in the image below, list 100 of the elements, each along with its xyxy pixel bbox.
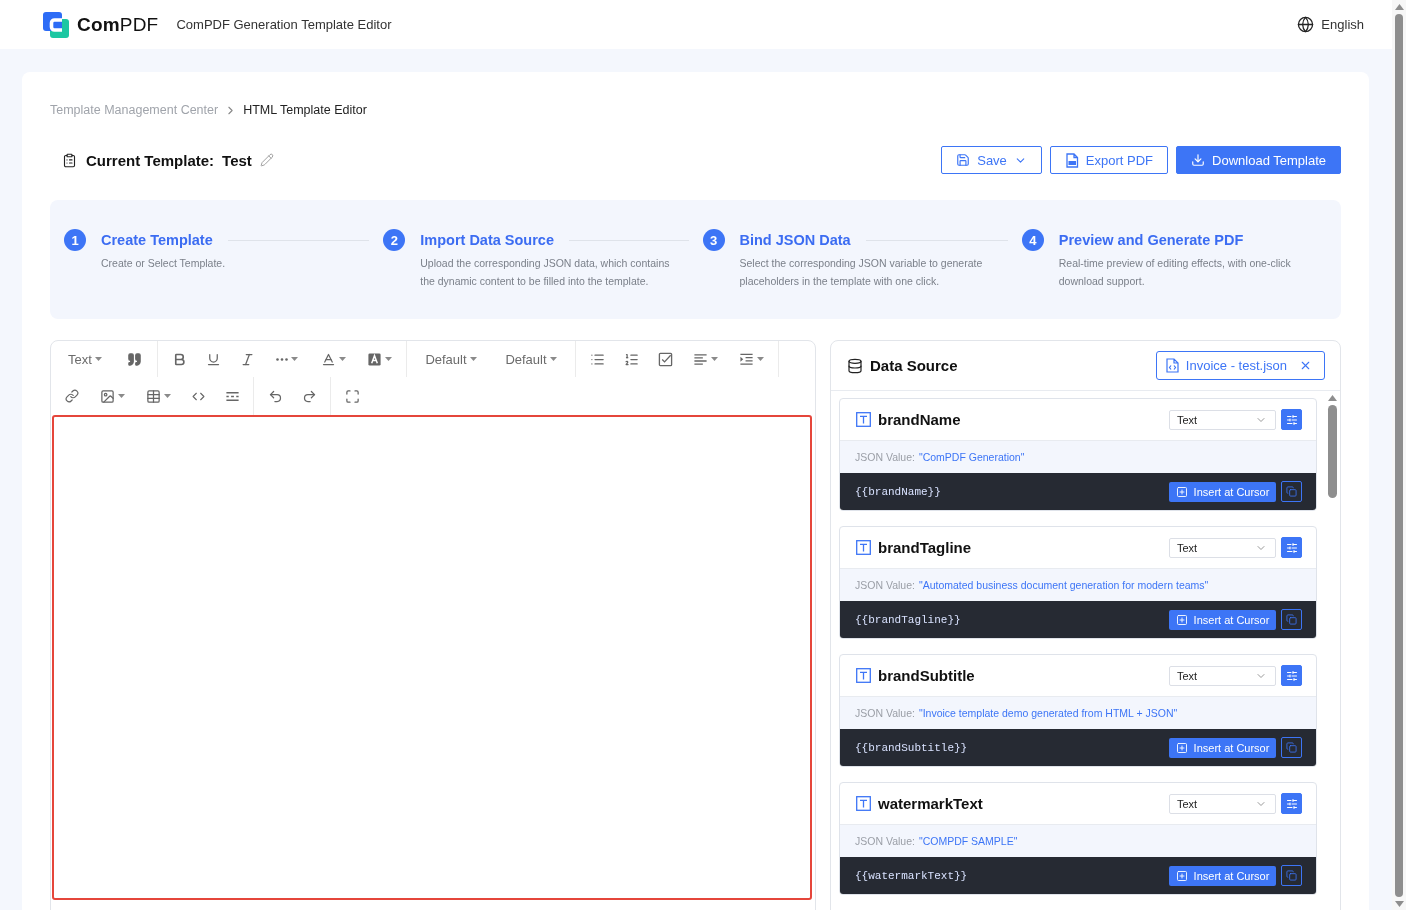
field-name: brandSubtitle — [878, 667, 975, 684]
type-select[interactable]: Text — [1169, 793, 1276, 814]
json-value: "COMPDF SAMPLE" — [918, 835, 1018, 847]
scroll-up-icon[interactable] — [1394, 4, 1404, 10]
format-dropdown[interactable]: Text — [55, 341, 115, 377]
undo-icon — [267, 388, 283, 404]
placeholder-code: {{brandTagline}} — [855, 613, 961, 626]
field-name: brandTagline — [878, 539, 972, 556]
align-left-icon — [692, 351, 708, 367]
format-dropdown[interactable]: Default — [411, 341, 491, 377]
scroll-up-icon[interactable] — [1327, 395, 1337, 401]
json-value: "Automated business document generation for modern teams" — [918, 579, 1209, 591]
download-icon — [1191, 153, 1206, 167]
language-selector[interactable]: English — [1297, 16, 1364, 33]
caret-down-icon — [117, 394, 125, 398]
step-title: Bind JSON Data — [739, 232, 851, 248]
settings-button[interactable] — [1281, 409, 1302, 430]
export-pdf-button[interactable]: Export PDF — [1049, 146, 1169, 174]
scroll-down-icon[interactable] — [1394, 901, 1404, 907]
copy-button[interactable] — [1281, 737, 1302, 758]
text-type-icon — [856, 412, 871, 427]
type-select[interactable]: Text — [1169, 665, 1276, 686]
value-label: JSON Value: — [855, 579, 915, 591]
copy-button[interactable] — [1281, 865, 1302, 886]
caret-down-icon — [94, 357, 102, 361]
format-dropdown[interactable]: Default — [491, 341, 571, 377]
step-title: Preview and Generate PDF — [1058, 232, 1244, 248]
ellipsis-icon — [276, 357, 288, 361]
checkbox-icon — [657, 351, 673, 367]
copy-button[interactable] — [1281, 609, 1302, 630]
text-type-icon — [856, 540, 871, 555]
square-plus-icon — [1175, 613, 1188, 626]
insert-button[interactable]: Insert at Cursor — [1169, 609, 1276, 630]
text-type-icon — [856, 796, 871, 811]
type-select[interactable]: Text — [1169, 409, 1276, 430]
fullscreen-icon — [344, 388, 360, 404]
database-icon — [847, 357, 863, 374]
settings-button[interactable] — [1281, 537, 1302, 558]
image-icon — [99, 388, 115, 404]
bullet-list-icon — [589, 351, 605, 367]
file-chip[interactable]: Invoice - test.json — [1155, 351, 1325, 380]
italic-icon — [239, 351, 255, 367]
close-icon[interactable] — [1299, 359, 1312, 372]
copy-icon — [1286, 486, 1297, 497]
insert-button[interactable]: Insert at Cursor — [1169, 481, 1276, 502]
value-label: JSON Value: — [855, 451, 915, 463]
settings-button[interactable] — [1281, 793, 1302, 814]
json-value: "ComPDF Generation" — [918, 451, 1025, 463]
step-description: Upload the corresponding JSON data, which contains the dynamic content to be filled into the template. — [420, 256, 671, 289]
caret-down-icon — [549, 357, 557, 361]
link-icon — [65, 389, 79, 403]
quote-icon — [126, 351, 142, 367]
logo-icon — [43, 11, 69, 38]
code-file-icon — [1165, 358, 1179, 373]
sliders-icon — [1285, 669, 1298, 682]
globe-icon — [1297, 16, 1315, 33]
caret-down-icon — [338, 357, 346, 361]
type-select[interactable]: Text — [1169, 537, 1276, 558]
placeholder-code: {{brandName}} — [855, 485, 941, 498]
insert-button[interactable]: Insert at Cursor — [1169, 737, 1276, 758]
pencil-icon[interactable] — [259, 153, 274, 167]
insert-button[interactable]: Insert at Cursor — [1169, 865, 1276, 886]
redo-icon — [301, 388, 317, 404]
download-button[interactable]: Download Template — [1176, 146, 1341, 174]
underline-icon — [205, 351, 221, 367]
clipboard-icon — [62, 152, 77, 168]
indent-icon — [738, 351, 754, 367]
breadcrumb-link[interactable]: Template Management Center — [50, 103, 219, 117]
field-name: brandName — [878, 411, 961, 428]
scrollbar-thumb[interactable] — [1327, 405, 1337, 498]
sliders-icon — [1285, 413, 1298, 426]
copy-icon — [1286, 614, 1297, 625]
caret-down-icon — [756, 357, 764, 361]
caret-down-icon — [291, 357, 298, 361]
field-name: watermarkText — [878, 795, 983, 812]
breadcrumb-current: HTML Template Editor — [243, 103, 367, 117]
step-number: 4 — [1021, 229, 1044, 251]
save-button[interactable]: Save — [941, 146, 1042, 174]
placeholder-code: {{brandSubtitle}} — [855, 741, 968, 754]
font-color-icon — [320, 351, 336, 367]
step-title: Create Template — [101, 232, 213, 248]
caret-down-icon — [710, 357, 718, 361]
step-number: 1 — [64, 229, 86, 251]
step-description: Real-time preview of editing effects, with one-click download support. — [1058, 256, 1292, 289]
scrollbar-thumb[interactable] — [1395, 14, 1403, 897]
numbered-list-icon — [623, 351, 639, 367]
step-number: 3 — [702, 229, 725, 251]
caret-down-icon — [384, 357, 392, 361]
template-name: Test — [222, 151, 252, 169]
step-description: Create or Select Template. — [101, 256, 227, 271]
settings-button[interactable] — [1281, 665, 1302, 686]
template-label: Current Template: — [86, 151, 215, 169]
table-icon — [145, 388, 161, 404]
text-type-icon — [856, 668, 871, 683]
step-description: Select the corresponding JSON variable to generate placeholders in the template with one click. — [739, 256, 984, 289]
json-value: "Invoice template demo generated from HTML + JSON" — [918, 707, 1178, 719]
step-title: Import Data Source — [420, 232, 554, 248]
copy-button[interactable] — [1281, 481, 1302, 502]
value-label: JSON Value: — [855, 707, 915, 719]
sliders-icon — [1285, 797, 1298, 810]
